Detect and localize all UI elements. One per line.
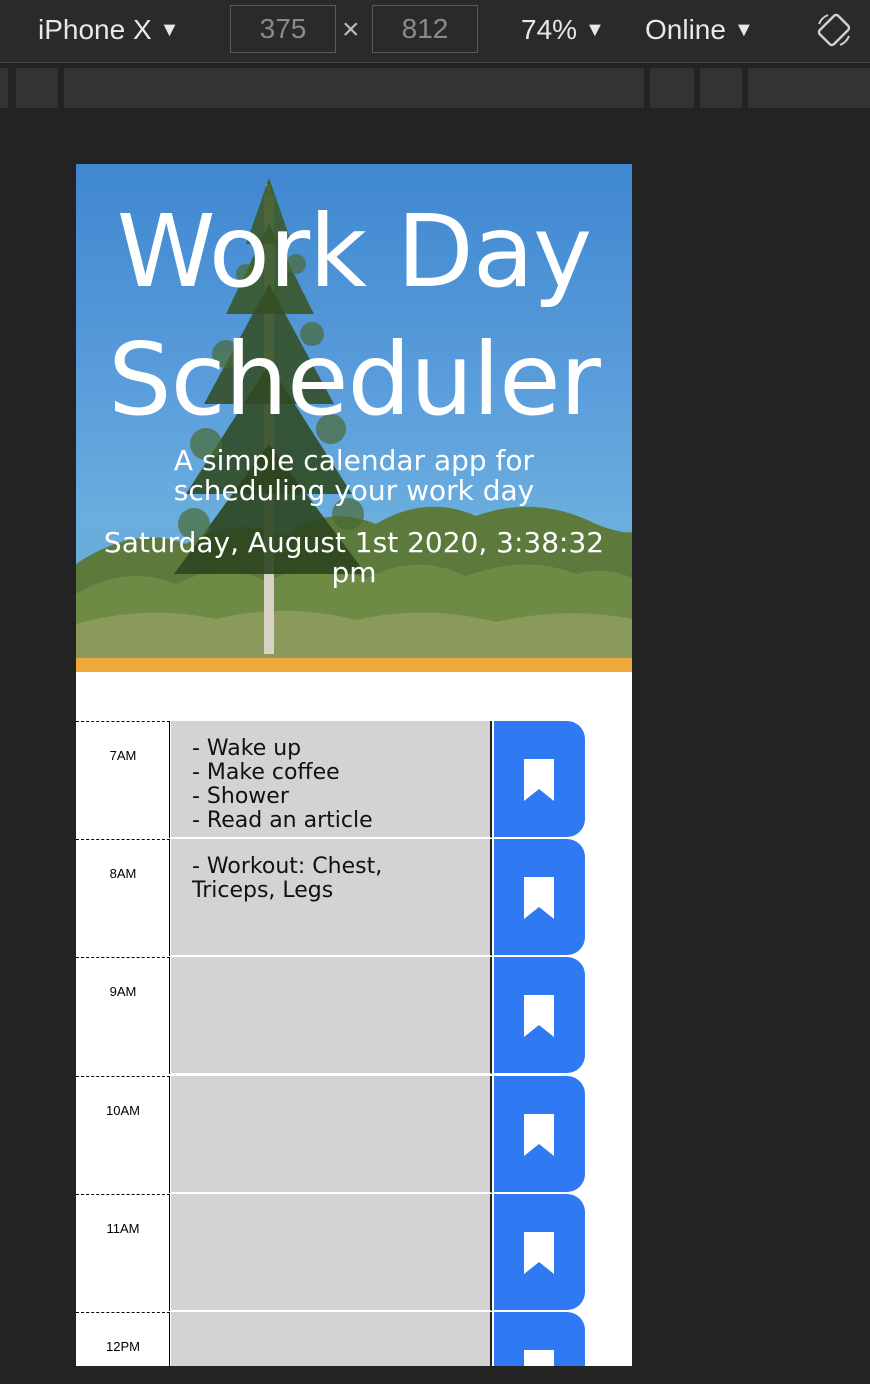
page-title: Work Day Scheduler: [108, 193, 601, 438]
time-block-row: 7AM - Wake up - Make coffee - Shower - R…: [76, 721, 632, 839]
media-query-segment[interactable]: [64, 68, 644, 108]
network-select[interactable]: Online ▼: [645, 12, 754, 51]
bookmark-icon: [524, 877, 554, 919]
bookmark-icon: [524, 1114, 554, 1156]
save-button[interactable]: [494, 1076, 585, 1192]
event-textarea[interactable]: - Wake up - Make coffee - Shower - Read …: [171, 721, 492, 838]
time-block-row: 9AM: [76, 957, 632, 1075]
media-query-segment[interactable]: [650, 68, 694, 108]
save-button[interactable]: [494, 957, 585, 1073]
bookmark-icon: [524, 759, 554, 801]
save-button[interactable]: [494, 1312, 585, 1366]
hour-label: 11AM: [76, 1194, 170, 1311]
hour-text: 12PM: [106, 1339, 140, 1354]
hour-label: 10AM: [76, 1076, 170, 1193]
header-jumbotron: Work Day Scheduler A simple calendar app…: [76, 164, 632, 658]
time-block-row: 11AM: [76, 1194, 632, 1312]
bookmark-icon: [524, 995, 554, 1037]
hour-label: 7AM: [76, 721, 170, 838]
save-button[interactable]: [494, 721, 585, 837]
hour-label: 8AM: [76, 839, 170, 956]
time-block-row: 8AM - Workout: Chest, Triceps, Legs: [76, 839, 632, 957]
zoom-select[interactable]: 74% ▼: [521, 12, 605, 51]
hour-text: 10AM: [106, 1103, 140, 1118]
header-accent-bar: [76, 658, 632, 672]
hour-text: 9AM: [109, 984, 137, 999]
rotate-icon[interactable]: [814, 10, 854, 50]
event-textarea[interactable]: [171, 1312, 492, 1366]
media-query-segment[interactable]: [700, 68, 742, 108]
times-icon: ×: [342, 13, 360, 46]
hour-text: 11AM: [106, 1221, 140, 1236]
chevron-down-icon: ▼: [733, 19, 754, 41]
height-input[interactable]: 812: [372, 5, 478, 53]
chevron-down-icon: ▼: [159, 19, 180, 41]
device-name: iPhone X: [38, 14, 152, 45]
zoom-level: 74%: [521, 14, 578, 45]
event-textarea[interactable]: [171, 1194, 492, 1311]
event-textarea[interactable]: [171, 957, 492, 1074]
media-query-segment[interactable]: [748, 68, 870, 108]
media-query-bar: [0, 64, 870, 108]
bookmark-icon: [524, 1350, 554, 1366]
device-toolbar: iPhone X ▼ 375 × 812 74% ▼ Online ▼: [0, 0, 870, 63]
network-status: Online: [645, 14, 726, 45]
save-button[interactable]: [494, 839, 585, 955]
hour-label: 12PM: [76, 1312, 170, 1366]
hour-text: 7AM: [109, 748, 137, 763]
event-textarea[interactable]: - Workout: Chest, Triceps, Legs: [171, 839, 492, 956]
device-viewport: Work Day Scheduler A simple calendar app…: [76, 164, 632, 1366]
hour-text: 8AM: [109, 866, 137, 881]
width-input[interactable]: 375: [230, 5, 336, 53]
current-datetime: Saturday, August 1st 2020, 3:38:32 pm: [103, 526, 605, 589]
time-block-row: 10AM: [76, 1076, 632, 1194]
bookmark-icon: [524, 1232, 554, 1274]
chevron-down-icon: ▼: [585, 19, 605, 41]
media-query-segment[interactable]: [16, 68, 58, 108]
media-query-segment[interactable]: [0, 68, 8, 108]
time-block-row: 12PM: [76, 1312, 632, 1366]
event-textarea[interactable]: [171, 1076, 492, 1193]
device-select[interactable]: iPhone X ▼: [38, 12, 179, 51]
page-subtitle: A simple calendar app for scheduling you…: [173, 444, 535, 507]
save-button[interactable]: [494, 1194, 585, 1310]
hour-label: 9AM: [76, 957, 170, 1074]
